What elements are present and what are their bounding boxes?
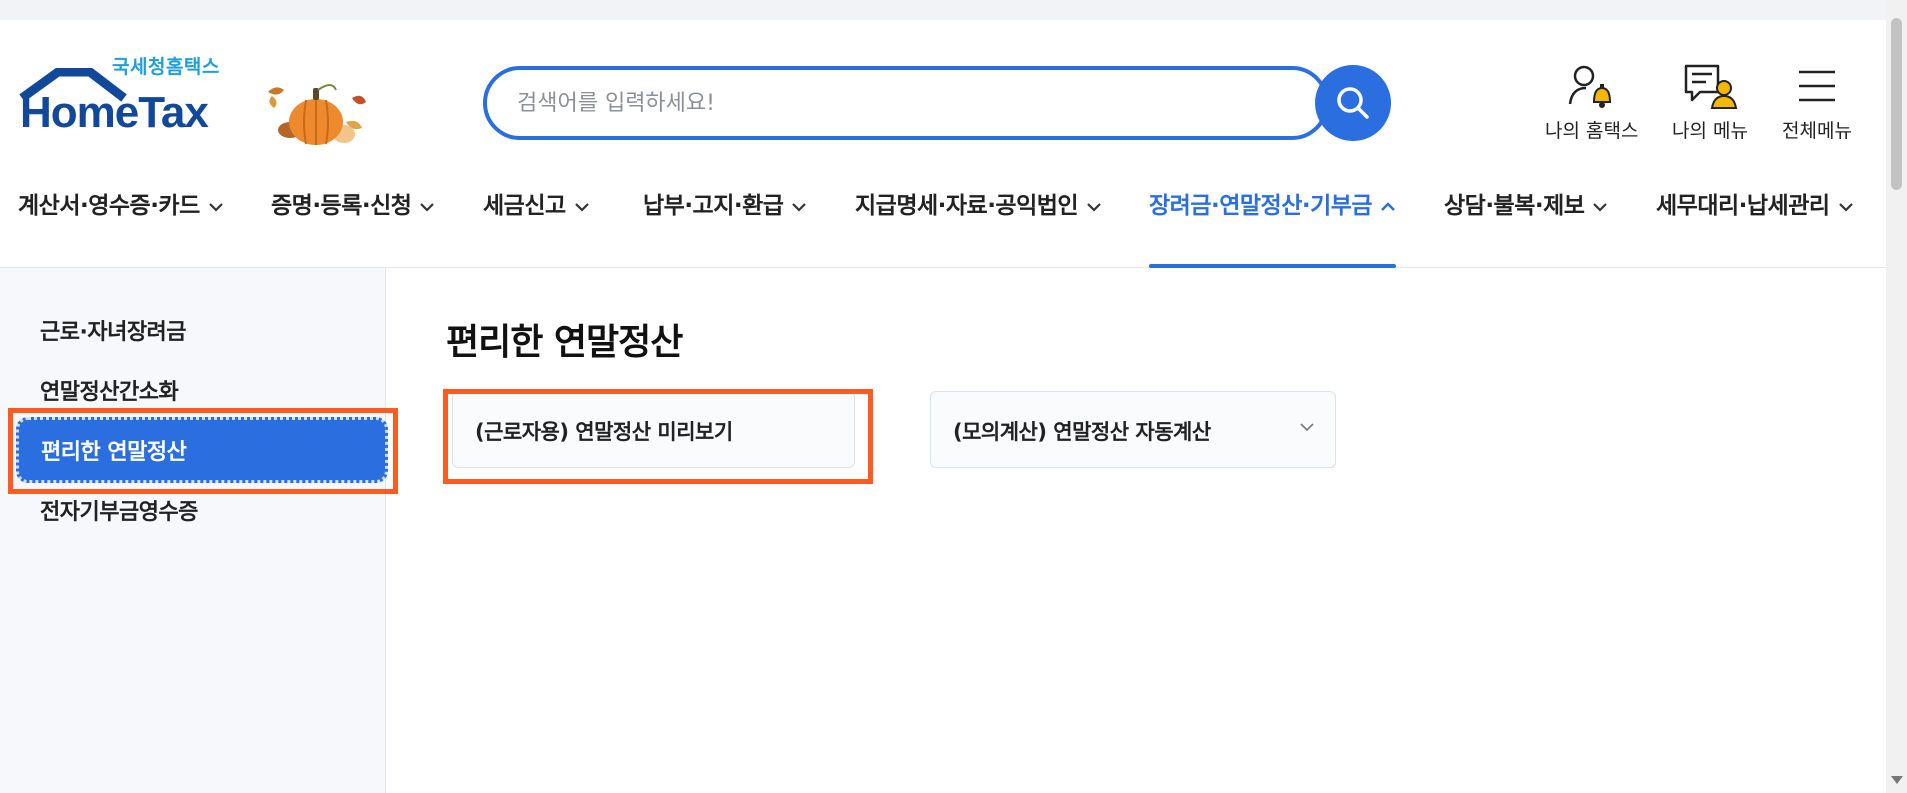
- all-menu-label: 전체메뉴: [1782, 120, 1852, 142]
- gnb-item-label: 세금신고: [483, 193, 566, 219]
- gnb-item-payment[interactable]: 납부·고지·환급: [643, 186, 807, 268]
- my-hometax-menu[interactable]: 나의 홈택스: [1545, 62, 1638, 143]
- gnb-item-label: 세무대리·납세관리: [1656, 193, 1830, 219]
- my-hometax-label: 나의 홈택스: [1545, 120, 1639, 142]
- gnb-item-tax-agent[interactable]: 세무대리·납세관리: [1656, 186, 1854, 268]
- card-auto-calc[interactable]: (모의계산) 연말정산 자동계산: [930, 391, 1336, 468]
- gnb-item-label: 상담·불복·제보: [1444, 193, 1585, 219]
- hometax-page: 국세청홈택스 HomeTax 나의 홈택스: [0, 0, 1907, 793]
- scroll-down-icon[interactable]: [1891, 776, 1903, 784]
- scrollbar[interactable]: [1886, 0, 1907, 793]
- chevron-down-icon: [792, 202, 807, 212]
- sidebar-item-donation-receipt[interactable]: 전자기부금영수증: [40, 494, 198, 526]
- sidebar: 근로·자녀장려금 연말정산간소화 편리한 연말정산 전자기부금영수증: [0, 268, 388, 793]
- search-button[interactable]: [1315, 65, 1391, 141]
- my-menu[interactable]: 나의 메뉴: [1672, 62, 1748, 143]
- chevron-down-icon: [1087, 202, 1101, 212]
- gnb-item-payment-statement[interactable]: 지급명세·자료·공익법인: [855, 186, 1102, 268]
- pumpkin-decoration-icon: [268, 84, 366, 145]
- card-label: (모의계산) 연말정산 자동계산: [953, 420, 1211, 444]
- gnb-item-incentive-yearend[interactable]: 장려금·연말정산·기부금: [1149, 186, 1397, 268]
- chevron-down-icon: [420, 202, 435, 212]
- search-box: [483, 66, 1329, 140]
- search-icon: [1337, 87, 1369, 119]
- chevron-down-icon: [1593, 202, 1608, 212]
- chevron-down-icon: [208, 202, 223, 212]
- chevron-down-icon: [574, 202, 589, 212]
- global-navigation: 계산서·영수증·카드 증명·등록·신청 세금신고 납부·고지·환급 지급명세·자…: [0, 180, 1886, 268]
- gnb-item-label: 납부·고지·환급: [643, 193, 784, 219]
- sidebar-item-convenient[interactable]: 편리한 연말정산: [16, 417, 388, 483]
- user-bell-icon: [1568, 65, 1611, 108]
- all-menu[interactable]: 전체메뉴: [1782, 62, 1852, 143]
- search-input[interactable]: [517, 70, 1277, 136]
- gnb-item-certificate[interactable]: 증명·등록·신청: [271, 186, 435, 268]
- menu-user-icon: [1684, 64, 1738, 109]
- card-preview[interactable]: (근로자용) 연말정산 미리보기: [452, 391, 855, 468]
- chevron-down-icon: [1300, 423, 1314, 432]
- top-utility-strip: [0, 0, 1886, 20]
- page-title: 편리한 연말정산: [446, 322, 683, 363]
- gnb-item-consult[interactable]: 상담·불복·제보: [1444, 186, 1608, 268]
- logo-title: HomeTax: [20, 88, 209, 137]
- chevron-down-icon: [1838, 202, 1853, 212]
- gnb-item-invoice[interactable]: 계산서·영수증·카드: [18, 186, 224, 268]
- sidebar-item-simplified[interactable]: 연말정산간소화: [40, 374, 179, 406]
- gnb-item-label: 증명·등록·신청: [271, 193, 412, 219]
- sidebar-item-label: 편리한 연말정산: [41, 440, 187, 465]
- card-label: (근로자용) 연말정산 미리보기: [475, 420, 733, 444]
- gnb-item-label: 계산서·영수증·카드: [18, 193, 200, 219]
- gnb-item-label: 지급명세·자료·공익법인: [855, 193, 1079, 219]
- scrollbar-thumb[interactable]: [1891, 18, 1902, 190]
- chevron-up-icon: [1381, 201, 1395, 211]
- sidebar-item-incentive[interactable]: 근로·자녀장려금: [40, 314, 187, 346]
- gnb-item-tax-report[interactable]: 세금신고: [483, 186, 590, 268]
- my-menu-label: 나의 메뉴: [1672, 120, 1748, 142]
- gnb-item-label: 장려금·연말정산·기부금: [1149, 193, 1373, 219]
- hamburger-icon: [1798, 70, 1835, 102]
- logo-subtitle: 국세청홈택스: [112, 56, 220, 78]
